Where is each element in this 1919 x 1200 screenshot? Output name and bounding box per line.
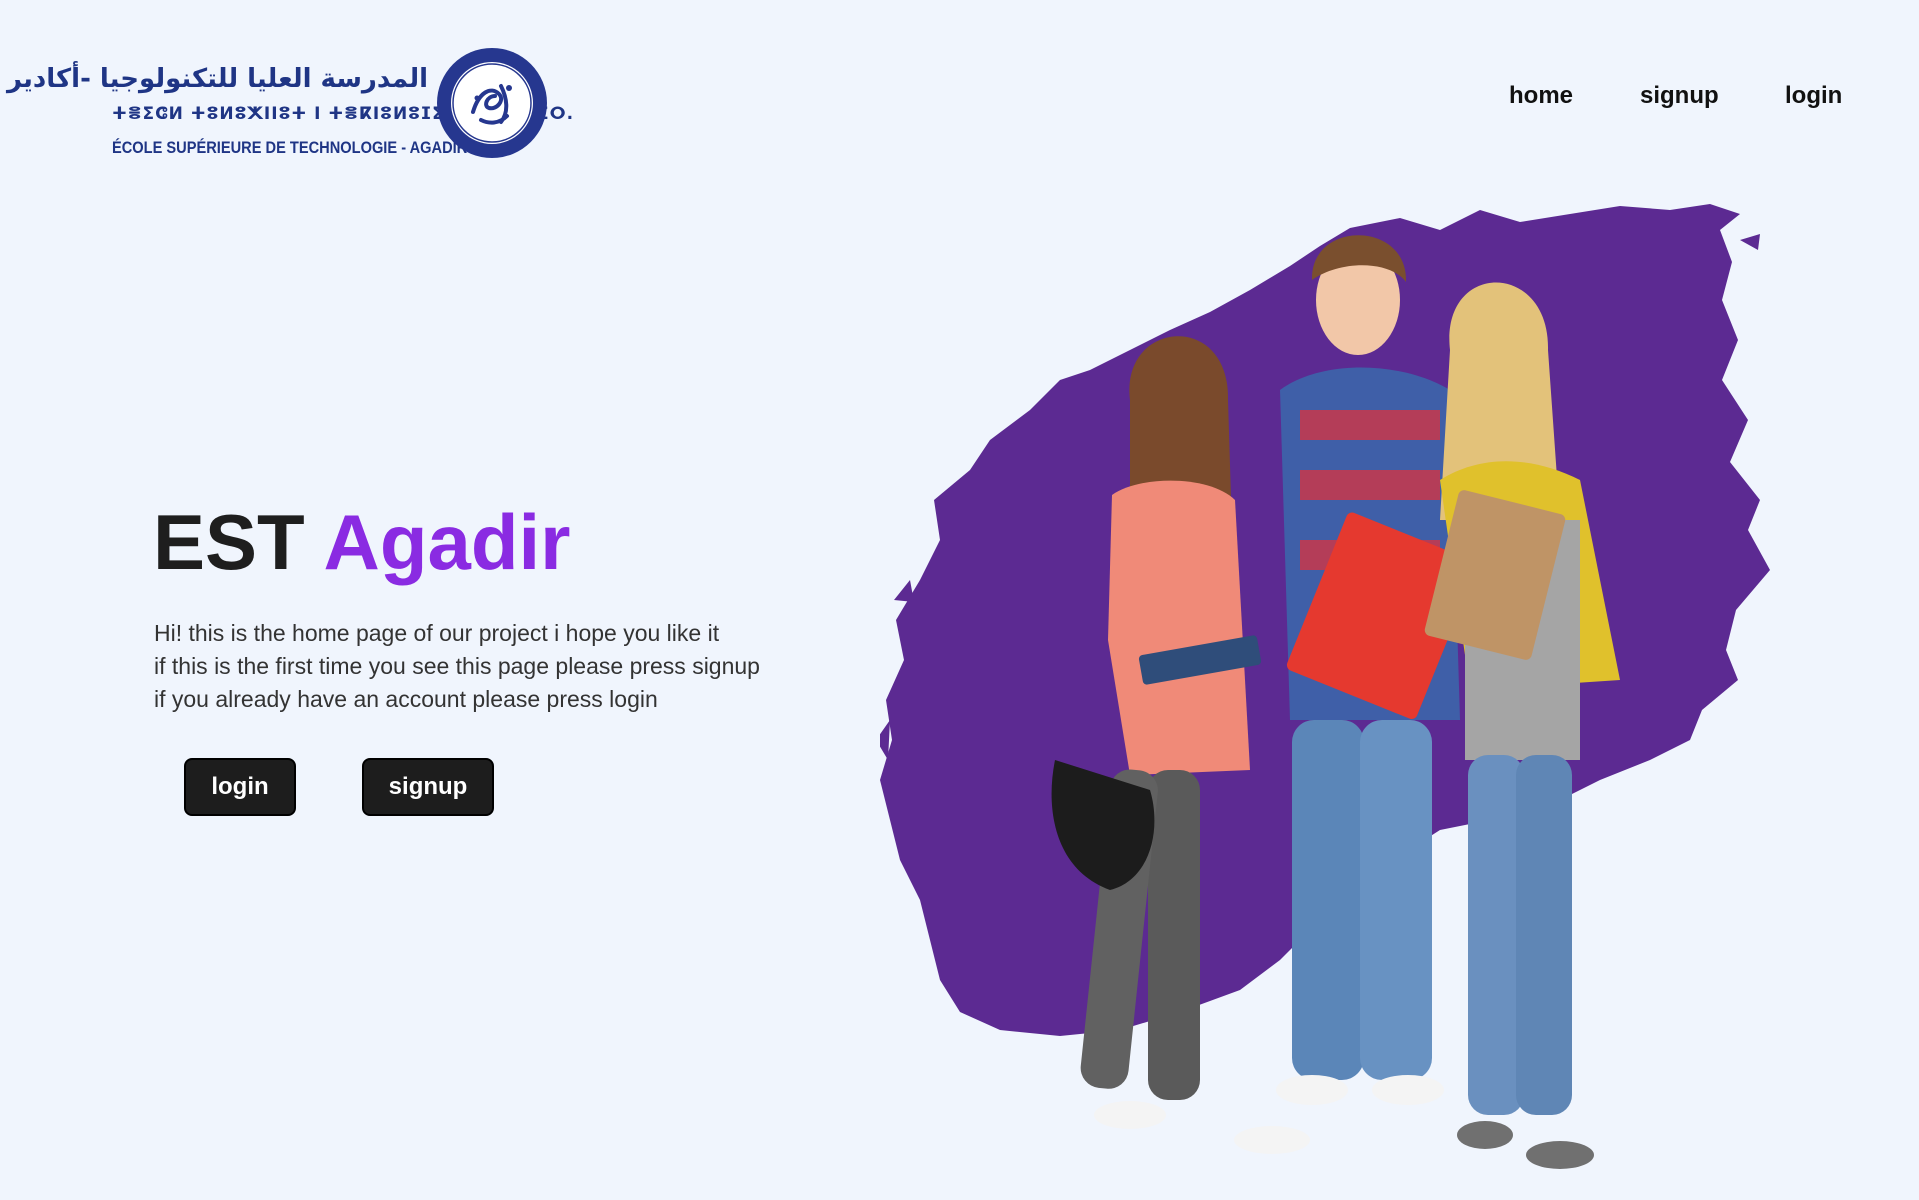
school-logo: المدرسة العليا للتكنولوجيا -أكادير ⵜⴻⵉⵛⵍ… [7,46,573,166]
hero-title-agadir: Agadir [323,498,571,586]
university-seal-icon [437,48,547,158]
logo-arabic-text: المدرسة العليا للتكنولوجيا -أكادير [7,64,428,94]
nav-login-link[interactable]: login [1785,82,1842,110]
hero-line-1: Hi! this is the home page of our project… [154,620,720,646]
logo-text: المدرسة العليا للتكنولوجيا -أكادير ⵜⴻⵉⵛⵍ… [7,46,573,166]
hero-title-est: EST [153,498,305,586]
login-button[interactable]: login [184,758,296,816]
nav-home-link[interactable]: home [1509,82,1573,110]
logo-latin-text: ÉCOLE SUPÉRIEURE DE TECHNOLOGIE - AGADIR [112,138,468,157]
hero-line-2: if this is the first time you see this p… [154,653,760,679]
hero-line-3: if you already have an account please pr… [154,686,658,712]
hero-title: EST Agadir [153,498,571,586]
hero-description: Hi! this is the home page of our project… [154,617,760,716]
students-photo [880,204,1770,1169]
nav-signup-link[interactable]: signup [1640,82,1719,110]
signup-button[interactable]: signup [362,758,494,816]
